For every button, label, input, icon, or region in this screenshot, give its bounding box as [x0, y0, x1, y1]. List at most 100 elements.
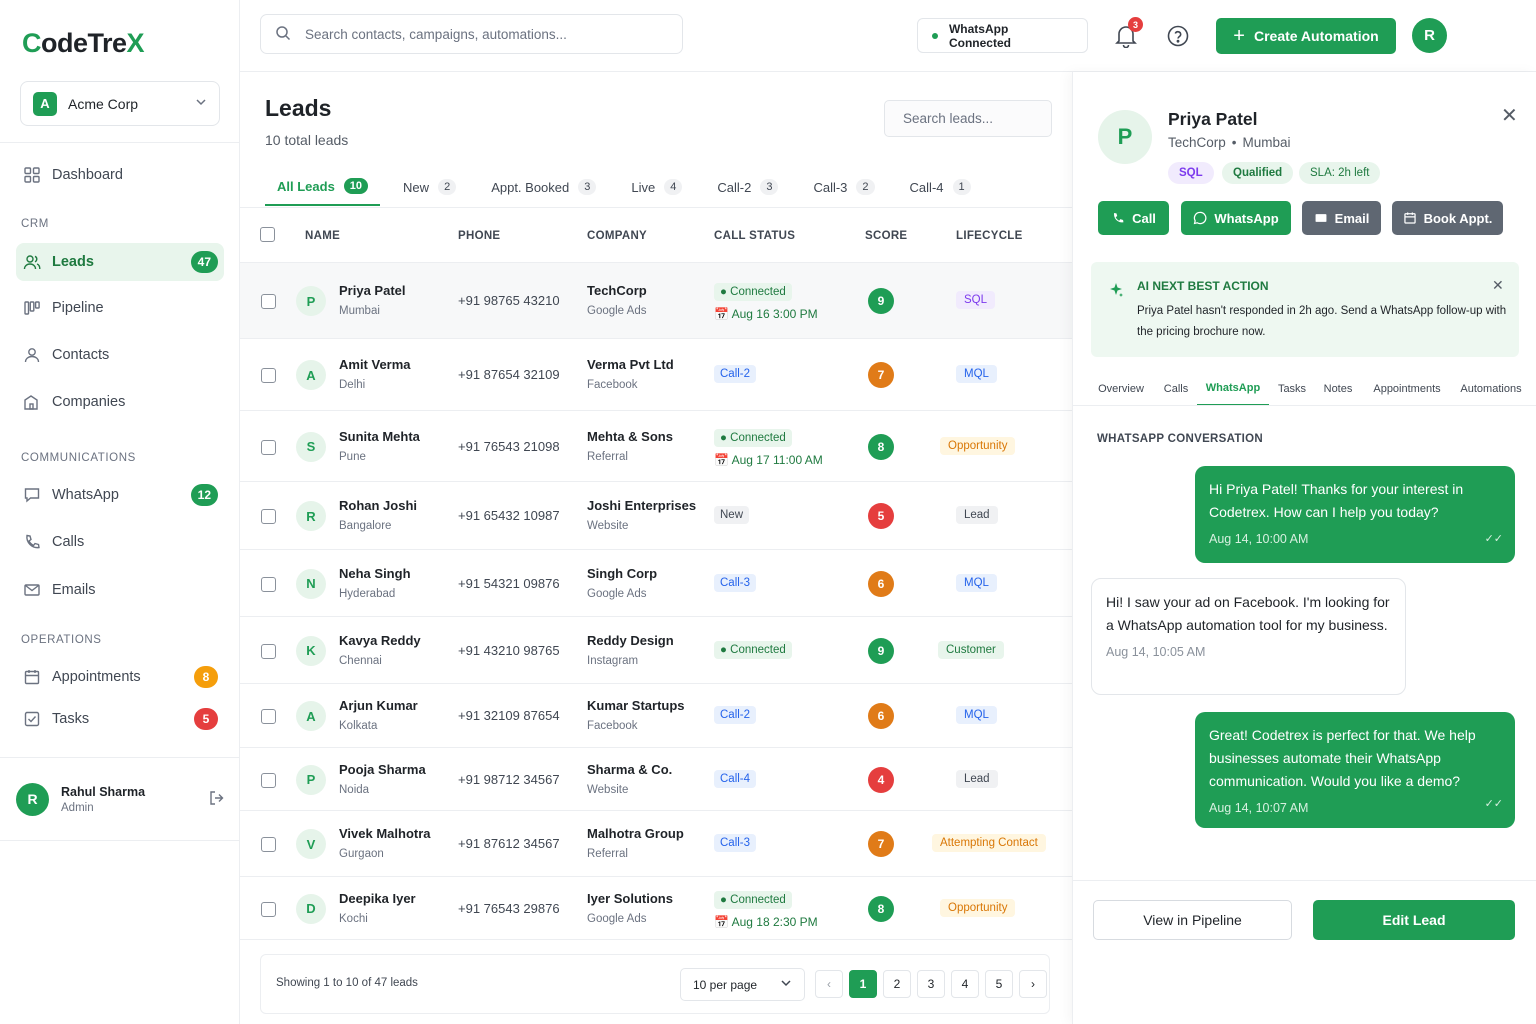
tab-appointments[interactable]: Appointments	[1369, 372, 1445, 406]
sidebar-item-label: Companies	[52, 394, 126, 410]
select-all-checkbox[interactable]	[260, 227, 275, 242]
table-row[interactable]: R Rohan Joshi Bangalore +91 65432 10987 Josh…	[240, 482, 1072, 550]
column-header-lifecycle[interactable]: LIFECYCLE	[956, 230, 1023, 242]
table-row[interactable]: V Vivek Malhotra Gurgaon +91 87612 34567 Mal…	[240, 811, 1072, 877]
tab-notes[interactable]: Notes	[1321, 372, 1355, 406]
page-2-button[interactable]: 2	[883, 970, 911, 998]
per-page-select[interactable]: 10 per page	[680, 968, 805, 1001]
tab-appt-booked[interactable]: Appt. Booked 3	[479, 168, 608, 206]
lead-city: Kochi	[339, 912, 368, 925]
sidebar-item-companies[interactable]: Companies	[16, 383, 224, 421]
row-checkbox[interactable]	[261, 576, 276, 592]
whatsapp-button[interactable]: WhatsApp	[1181, 201, 1291, 235]
calendar-icon	[22, 667, 42, 687]
column-header-score[interactable]: SCORE	[865, 230, 907, 242]
lead-name[interactable]: Priya Patel	[339, 283, 406, 298]
close-icon[interactable]: ✕	[1501, 103, 1518, 128]
lead-name[interactable]: Arjun Kumar	[339, 698, 418, 713]
sidebar-item-leads[interactable]: Leads 47	[16, 243, 224, 281]
lead-name[interactable]: Vivek Malhotra	[339, 826, 431, 841]
score-badge: 8	[868, 895, 894, 922]
tab-live[interactable]: Live 4	[619, 168, 694, 206]
tab-call-2[interactable]: Call-2 3	[705, 168, 790, 206]
message-text: Hi Priya Patel! Thanks for your interest…	[1209, 481, 1464, 520]
sidebar-item-appointments[interactable]: Appointments 8	[16, 658, 224, 696]
email-button[interactable]: Email	[1302, 201, 1381, 235]
sidebar-item-pipeline[interactable]: Pipeline	[16, 289, 224, 327]
lead-name[interactable]: Sunita Mehta	[339, 429, 420, 444]
tab-whatsapp[interactable]: WhatsApp	[1197, 372, 1269, 406]
next-page-button[interactable]: ›	[1019, 970, 1047, 998]
column-header-phone[interactable]: PHONE	[458, 230, 500, 242]
prev-page-button[interactable]: ‹	[815, 970, 843, 998]
page-5-button[interactable]: 5	[985, 970, 1013, 998]
tab-calls[interactable]: Calls	[1161, 372, 1191, 406]
help-icon[interactable]	[1167, 25, 1189, 47]
row-checkbox[interactable]	[261, 643, 276, 659]
tab-call-4[interactable]: Call-4 1	[898, 168, 983, 206]
codetrex-logo[interactable]: CodeTreX	[22, 28, 145, 59]
column-header-company[interactable]: COMPANY	[587, 230, 647, 242]
sidebar-item-dashboard[interactable]: Dashboard	[16, 156, 224, 194]
lead-name[interactable]: Deepika Iyer	[339, 891, 416, 906]
sidebar-item-emails[interactable]: Emails	[16, 571, 224, 609]
table-row[interactable]: P Pooja Sharma Noida +91 98712 34567 Sharma …	[240, 748, 1072, 811]
table-row[interactable]: D Deepika Iyer Kochi +91 76543 29876 Iyer So…	[240, 877, 1072, 940]
call-button[interactable]: Call	[1098, 201, 1169, 235]
tab-overview[interactable]: Overview	[1097, 372, 1145, 406]
table-row[interactable]: S Sunita Mehta Pune +91 76543 21098 Mehta & …	[240, 411, 1072, 482]
view-in-pipeline-button[interactable]: View in Pipeline	[1093, 900, 1292, 940]
table-row[interactable]: K Kavya Reddy Chennai +91 43210 98765 Reddy …	[240, 617, 1072, 684]
score-badge: 4	[868, 766, 894, 793]
page-3-button[interactable]: 3	[917, 970, 945, 998]
row-checkbox[interactable]	[261, 709, 276, 724]
table-row[interactable]: A Amit Verma Delhi +91 87654 32109 Verma Pvt…	[240, 339, 1072, 411]
lead-name[interactable]: Pooja Sharma	[339, 762, 426, 777]
lead-name[interactable]: Kavya Reddy	[339, 633, 421, 648]
lead-name[interactable]: Neha Singh	[339, 566, 411, 581]
book-appointment-button[interactable]: Book Appt.	[1392, 201, 1503, 235]
lead-name[interactable]: Rohan Joshi	[339, 498, 417, 513]
whatsapp-status-badge[interactable]: WhatsApp Connected	[917, 18, 1088, 53]
table-row[interactable]: N Neha Singh Hyderabad +91 54321 09876 Singh…	[240, 550, 1072, 617]
sidebar-item-whatsapp[interactable]: WhatsApp 12	[16, 476, 224, 514]
row-checkbox[interactable]	[261, 439, 276, 455]
sidebar-item-tasks[interactable]: Tasks 5	[16, 700, 224, 738]
create-automation-button[interactable]: + Create Automation	[1216, 18, 1396, 54]
lead-name[interactable]: Amit Verma	[339, 357, 411, 372]
page-1-button[interactable]: 1	[849, 970, 877, 998]
tab-new[interactable]: New 2	[391, 168, 468, 206]
lead-source: Google Ads	[587, 305, 647, 317]
org-switcher[interactable]: A Acme Corp	[20, 81, 220, 126]
sidebar-item-contacts[interactable]: Contacts	[16, 336, 224, 374]
column-header-call-status[interactable]: CALL STATUS	[714, 230, 795, 242]
row-checkbox[interactable]	[261, 509, 276, 524]
sidebar-item-label: Appointments	[52, 669, 141, 685]
score-badge: 8	[868, 433, 894, 460]
row-checkbox[interactable]	[261, 772, 276, 788]
tab-call-3[interactable]: Call-3 2	[801, 168, 886, 206]
column-header-name[interactable]: NAME	[305, 230, 340, 242]
table-row[interactable]: P Priya Patel Mumbai +91 98765 43210 TechCor…	[240, 263, 1072, 339]
row-checkbox[interactable]	[261, 901, 276, 917]
global-search-input[interactable]: Search contacts, campaigns, automations.…	[260, 14, 683, 54]
logout-icon[interactable]	[208, 789, 226, 810]
score-badge: 6	[868, 703, 894, 729]
row-checkbox[interactable]	[261, 368, 276, 383]
sidebar-item-calls[interactable]: Calls	[16, 523, 224, 561]
lead-source: Referral	[587, 848, 628, 860]
row-checkbox[interactable]	[261, 294, 276, 309]
edit-lead-button[interactable]: Edit Lead	[1313, 900, 1515, 940]
lead-tabs: All Leads 10 New 2 Appt. Booked 3 Live 4 Cal…	[265, 168, 994, 208]
call-status-badge: Call-4	[714, 769, 757, 788]
user-profile[interactable]: R Rahul Sharma Admin	[16, 782, 226, 816]
avatar[interactable]: R	[1412, 18, 1447, 53]
table-row[interactable]: A Arjun Kumar Kolkata +91 32109 87654 Kumar …	[240, 684, 1072, 748]
tab-all-leads[interactable]: All Leads 10	[265, 168, 381, 206]
tab-tasks[interactable]: Tasks	[1277, 372, 1307, 406]
page-4-button[interactable]: 4	[951, 970, 979, 998]
tab-automations[interactable]: Automations	[1457, 372, 1525, 406]
close-icon[interactable]: ✕	[1492, 277, 1504, 294]
row-checkbox[interactable]	[261, 837, 276, 852]
leads-search-input[interactable]: Search leads...	[884, 100, 1052, 137]
